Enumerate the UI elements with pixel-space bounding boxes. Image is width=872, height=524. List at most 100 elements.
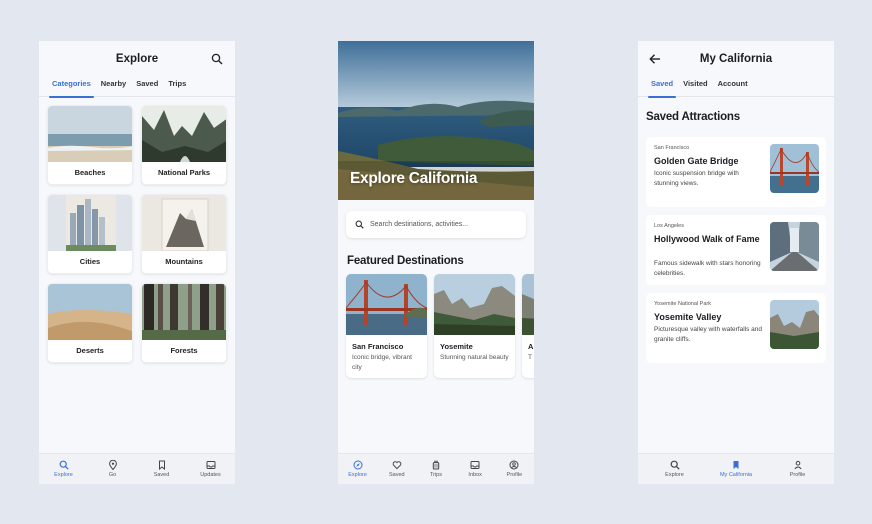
tab-categories[interactable]: Categories [47,77,96,98]
destination-desc: Stunning natural beauty [440,354,509,361]
nav-label: Profile [789,472,806,478]
hero-banner: Explore California [338,41,534,200]
nav-inbox[interactable]: Inbox [456,460,494,478]
golden-gate-image [346,274,427,335]
section-title: Featured Destinations [347,255,464,267]
nav-explore[interactable]: Explore [650,460,700,478]
destination-name: Yosemite [440,342,473,351]
tab-visited[interactable]: Visited [678,77,712,97]
search-icon [59,460,69,470]
search-icon [670,460,680,470]
attraction-location: Los Angeles [654,223,684,229]
nav-label: My California [719,472,753,478]
destination-card-yosemite[interactable]: Yosemite Stunning natural beauty [434,274,515,378]
inbox-icon [206,461,215,469]
heart-icon [392,461,402,470]
nav-saved[interactable]: Saved [143,460,181,478]
attraction-location: Yosemite National Park [654,301,711,307]
national-park-image [142,106,226,162]
tab-nearby[interactable]: Nearby [96,77,131,97]
nav-go[interactable]: Go [94,460,132,478]
page-title: Explore [115,53,159,65]
category-grid: Beaches National Parks Cities Mountains … [39,97,235,363]
destination-carousel: San Francisco Iconic bridge, vibrant cit… [346,274,534,378]
hero-title: Explore California [350,170,478,187]
attraction-name: Yosemite Valley [654,312,722,322]
category-card-mountains[interactable]: Mountains [141,194,227,274]
deserts-image [48,284,132,340]
luggage-icon [432,460,440,470]
nav-label: Updates [200,472,221,478]
category-card-beaches[interactable]: Beaches [47,105,133,185]
search-icon[interactable] [211,53,223,65]
category-card-cities[interactable]: Cities [47,194,133,274]
destination-card-partial[interactable]: A T [522,274,534,378]
bottom-nav: Explore My California Profile [638,453,834,484]
nav-label: Inbox [468,472,482,478]
attraction-name: Golden Gate Bridge [654,156,739,166]
nav-my-california[interactable]: My California [711,460,761,478]
cities-image [48,195,132,251]
nav-label: Explore [348,472,367,478]
bottom-nav: Explore Go Saved Updates [39,453,235,484]
forests-image [142,284,226,340]
mountains-image [142,195,226,251]
yosemite-image [434,274,515,335]
nav-trips[interactable]: Trips [417,460,455,478]
category-label: Beaches [74,168,106,177]
category-card-deserts[interactable]: Deserts [47,283,133,363]
category-label: Mountains [165,257,203,266]
nav-updates[interactable]: Updates [192,460,230,478]
hollywood-image [770,222,819,271]
nav-profile[interactable]: Profile [495,460,533,478]
nav-explore[interactable]: Explore [339,460,377,478]
tab-account[interactable]: Account [713,77,753,97]
yosemite-valley-image [770,300,819,349]
page-title: My California [699,53,773,65]
nav-label: Saved [153,472,170,478]
destination-name: A [528,342,534,351]
tab-bar: Saved Visited Account [638,77,834,98]
nav-label: Profile [506,472,523,478]
nav-label: Saved [388,472,405,478]
header: My California [638,41,834,77]
tab-bar: Categories Nearby Saved Trips [39,77,235,98]
search-input[interactable]: Search destinations, activities... [346,211,526,238]
search-icon [355,220,364,229]
category-card-national-parks[interactable]: National Parks [141,105,227,185]
tab-saved[interactable]: Saved [646,77,678,98]
my-california-screen: My California Saved Visited Account Save… [638,41,834,484]
beach-image [48,106,132,162]
category-label: Forests [170,346,198,355]
nav-saved[interactable]: Saved [378,460,416,478]
tab-trips[interactable]: Trips [163,77,191,97]
explore-screen: Explore Categories Nearby Saved Trips Be… [39,41,235,484]
back-arrow-icon[interactable] [648,52,662,66]
destination-card-san-francisco[interactable]: San Francisco Iconic bridge, vibrant cit… [346,274,427,378]
profile-icon [509,460,519,470]
inbox-icon [470,461,480,469]
search-placeholder: Search destinations, activities... [370,221,469,228]
attraction-name: Hollywood Walk of Fame [654,234,760,244]
golden-gate-image [770,144,819,193]
bookmark-icon [733,461,739,469]
nav-explore[interactable]: Explore [45,460,83,478]
location-pin-icon [108,460,117,470]
attraction-desc: Picturesque valley with waterfalls and g… [654,326,763,343]
tab-saved[interactable]: Saved [131,77,163,97]
nav-label: Explore [665,472,684,478]
bookmark-icon [158,460,165,470]
attraction-desc: Famous sidewalk with stars honoring cele… [654,260,761,277]
destination-name: San Francisco [352,342,404,351]
attraction-card-golden-gate[interactable]: San Francisco Golden Gate Bridge Iconic … [646,137,826,207]
attraction-card-yosemite[interactable]: Yosemite National Park Yosemite Valley P… [646,293,826,363]
nav-profile[interactable]: Profile [773,460,823,478]
destination-desc: Iconic bridge, vibrant city [352,354,412,371]
destination-image [522,274,534,335]
category-card-forests[interactable]: Forests [141,283,227,363]
header: Explore [39,41,235,77]
bottom-nav: Explore Saved Trips Inbox Profile [338,453,534,484]
compass-icon [353,460,363,470]
attraction-card-hollywood[interactable]: Los Angeles Hollywood Walk of Fame Famou… [646,215,826,285]
attraction-desc: Iconic suspension bridge with stunning v… [654,170,739,187]
